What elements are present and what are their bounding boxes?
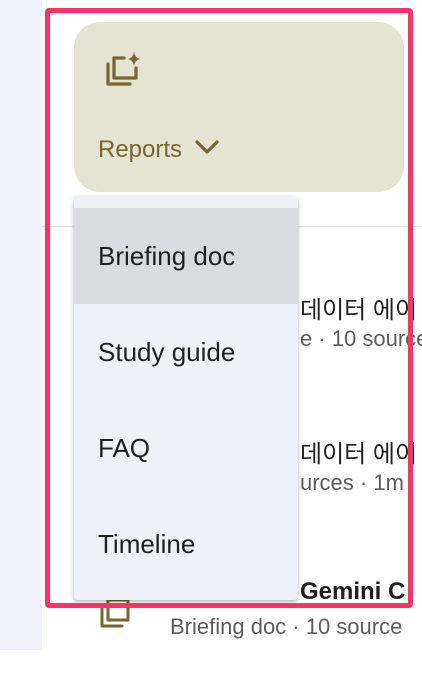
menu-item-faq[interactable]: FAQ [74, 400, 298, 496]
note-meta: e · 10 sources [300, 326, 422, 351]
note-meta: Briefing doc · 10 source [170, 614, 403, 639]
menu-item-study-guide[interactable]: Study guide [74, 304, 298, 400]
menu-top-padding [74, 196, 298, 208]
note-title: 데이터 에이 [300, 297, 418, 324]
left-sidebar-strip [0, 0, 42, 650]
menu-item-briefing-doc[interactable]: Briefing doc [74, 208, 298, 304]
chevron-down-icon [194, 136, 220, 164]
menu-item-timeline[interactable]: Timeline [74, 496, 298, 592]
reports-button[interactable]: Reports [74, 22, 404, 192]
reports-label: Reports [98, 136, 183, 163]
note-meta: urces · 1m [300, 470, 404, 495]
reports-dropdown-menu: Briefing doc Study guide FAQ Timeline [74, 196, 298, 600]
note-title: Gemini C [300, 578, 406, 605]
note-title: 데이터 에이 [300, 441, 418, 468]
copy-sparkle-icon [98, 46, 146, 94]
reports-label-group: Reports [98, 136, 220, 164]
